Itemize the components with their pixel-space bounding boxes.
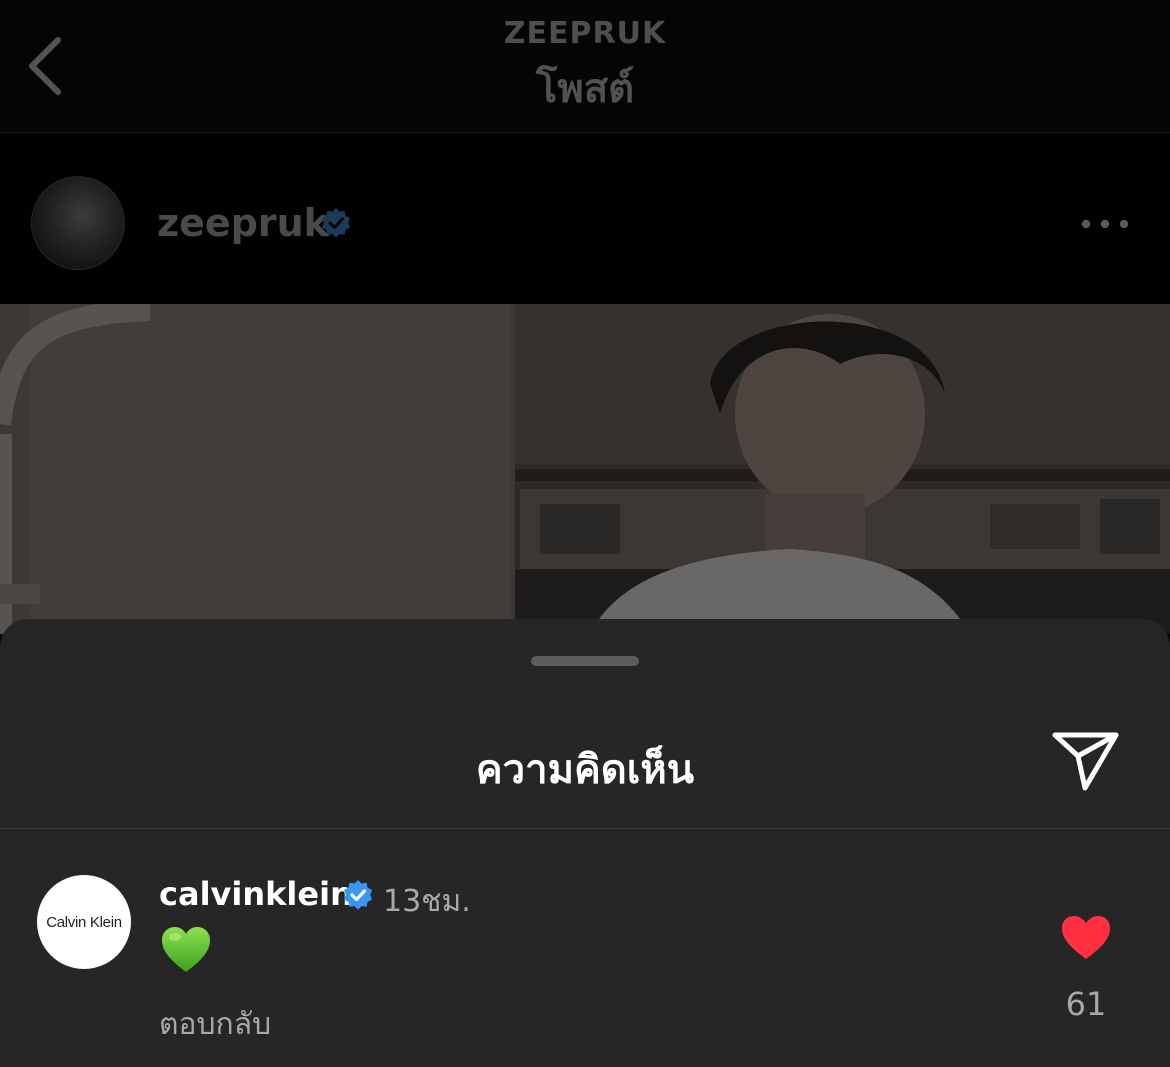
post-photo[interactable]	[0, 304, 1170, 634]
verified-badge-icon	[344, 880, 372, 910]
sheet-drag-handle[interactable]	[531, 656, 639, 666]
comment-text: 💚	[160, 925, 212, 977]
divider	[0, 828, 1170, 829]
share-button[interactable]	[1050, 729, 1122, 795]
post-author-username[interactable]: zeepruk	[157, 201, 329, 245]
verified-badge-icon	[322, 208, 350, 238]
author-avatar[interactable]	[31, 176, 125, 270]
comment-timestamp: 13ชม.	[383, 884, 471, 919]
like-count: 61	[1065, 985, 1107, 1023]
post-image	[0, 304, 1170, 634]
more-options-icon[interactable]	[1080, 217, 1130, 231]
heart-icon	[1062, 916, 1110, 959]
post-header: zeepruk	[0, 133, 1170, 303]
top-navigation-bar: ZEEPRUK โพสต์	[0, 0, 1170, 133]
comments-sheet: ความคิดเห็น Calvin Klein calvinklein 13ช…	[0, 619, 1170, 1067]
page-title: โพสต์	[535, 66, 635, 112]
commenter-avatar[interactable]: Calvin Klein	[37, 875, 131, 969]
like-button[interactable]	[1060, 915, 1112, 961]
paper-plane-icon	[1052, 732, 1119, 791]
commenter-username[interactable]: calvinklein	[159, 875, 353, 913]
reply-button[interactable]: ตอบกลับ	[159, 1001, 271, 1048]
header-username: ZEEPRUK	[503, 16, 667, 51]
avatar-logo-text: Calvin Klein	[46, 913, 122, 931]
comments-title: ความคิดเห็น	[475, 747, 695, 793]
